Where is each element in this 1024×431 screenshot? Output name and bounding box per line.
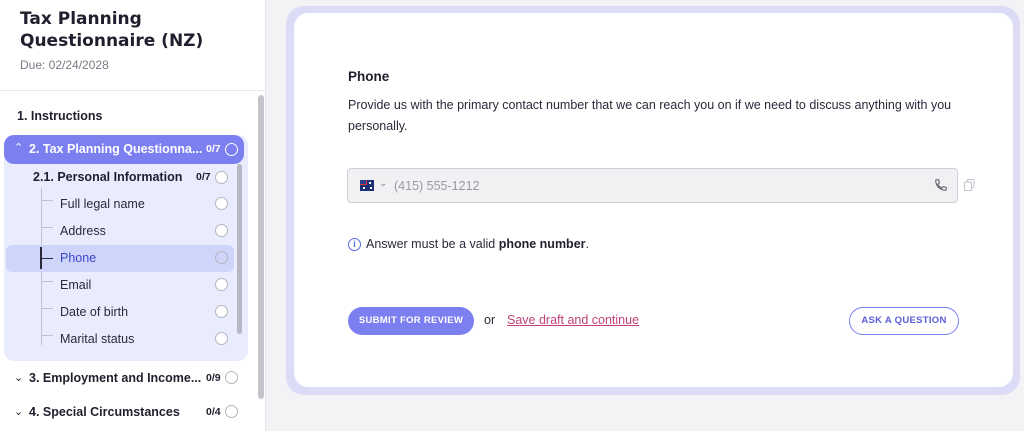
section-label: 2. Tax Planning Questionna... (29, 142, 203, 156)
tree-tick (41, 200, 53, 201)
section-count: 0/7 (206, 143, 221, 155)
phone-input[interactable]: ⌄ (415) 555-1212 (347, 168, 958, 203)
circle-status-icon (225, 143, 238, 156)
circle-status-icon (215, 305, 228, 318)
or-text: or (484, 313, 496, 327)
section-scrollbar[interactable] (237, 164, 242, 334)
circle-status-icon (215, 251, 228, 264)
circle-status-icon (225, 371, 238, 384)
hint-bold: phone number (498, 237, 586, 251)
submit-for-review-button[interactable]: SUBMIT FOR REVIEW (348, 307, 474, 335)
leaf-marital-status[interactable]: Marital status (60, 332, 134, 346)
leaf-phone[interactable]: Phone (60, 251, 96, 265)
section-count: 0/9 (206, 372, 221, 384)
circle-status-icon (215, 171, 228, 184)
circle-status-icon (215, 197, 228, 210)
tree-tick (41, 281, 53, 282)
circle-status-icon (215, 332, 228, 345)
au-flag-icon[interactable] (360, 180, 374, 191)
hint-suffix: . (585, 237, 589, 251)
tree-tick (41, 308, 53, 309)
questionnaire-title: Tax Planning Questionnaire (NZ) (20, 9, 204, 51)
phone-icon (935, 179, 947, 191)
chevron-down-icon: ⌄ (14, 372, 24, 384)
subsection-count: 0/7 (196, 171, 211, 183)
save-draft-link[interactable]: Save draft and continue (507, 313, 639, 327)
tree-tick (41, 258, 53, 259)
tree-tick (41, 335, 53, 336)
question-description: Provide us with the primary contact numb… (348, 98, 952, 133)
hint-prefix: Answer must be a valid (366, 237, 499, 251)
tree-tick (41, 227, 53, 228)
sidebar-item-tax-planning[interactable]: ⌃ 2. Tax Planning Questionna... 0/7 (4, 135, 244, 164)
chevron-down-icon[interactable]: ⌄ (379, 178, 387, 189)
sidebar-scrollbar[interactable] (258, 95, 264, 399)
ask-question-button[interactable]: ASK A QUESTION (849, 307, 959, 335)
section-label: 4. Special Circumstances (29, 405, 180, 419)
validation-hint: Answer must be a valid phone number. (366, 237, 589, 251)
circle-status-icon (215, 224, 228, 237)
chevron-down-icon: ⌄ (14, 406, 24, 418)
info-icon: i (348, 238, 361, 251)
question-title: Phone (348, 69, 390, 84)
copy-icon[interactable] (964, 179, 975, 191)
circle-status-icon (215, 278, 228, 291)
sidebar-item-instructions[interactable]: 1. Instructions (17, 109, 102, 123)
question-card: Phone Provide us with the primary contac… (294, 13, 1013, 387)
section-label: 3. Employment and Income... (29, 371, 202, 385)
leaf-full-legal-name[interactable]: Full legal name (60, 197, 145, 211)
leaf-email[interactable]: Email (60, 278, 91, 292)
phone-placeholder: (415) 555-1212 (394, 179, 480, 193)
sidebar-nav: 1. Instructions ⌃ 2. Tax Planning Questi… (0, 92, 256, 431)
due-date: Due: 02/24/2028 (20, 58, 109, 72)
chevron-up-icon: ⌃ (14, 142, 24, 154)
circle-status-icon (225, 405, 238, 418)
subsection-personal-information[interactable]: 2.1. Personal Information (33, 170, 182, 184)
leaf-date-of-birth[interactable]: Date of birth (60, 305, 128, 319)
sidebar: Tax Planning Questionnaire (NZ) Due: 02/… (0, 0, 266, 431)
sidebar-header: Tax Planning Questionnaire (NZ) Due: 02/… (0, 0, 265, 91)
section-count: 0/4 (206, 406, 221, 418)
leaf-address[interactable]: Address (60, 224, 106, 238)
